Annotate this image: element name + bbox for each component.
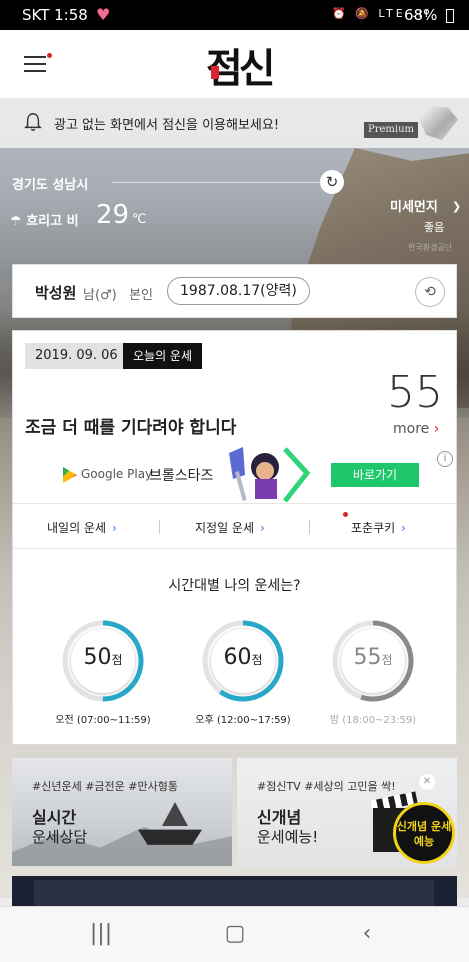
tv-show-tile[interactable]: #점신TV #세상의 고민을 싹! 신개념 운세예능! ✕ 신개념 운세예능 [237,758,457,866]
refresh-icon: ↻ [325,173,339,191]
notification-dot [47,53,52,58]
today-fortune-tag: 오늘의 운세 [123,343,203,369]
new-dot [343,512,348,517]
fortune-card: 2019. 09. 06 오늘의 운세 55 조금 더 때를 기다려야 합니다 … [12,330,457,745]
logo-seal [211,66,219,79]
gauge-label: 밤 (18:00~23:59) [329,715,417,726]
tile-title: 실시간 [32,808,77,827]
diamond-icon [418,106,458,140]
time-gauge: 55점 [331,619,415,703]
gauge-score-unit: 점 [381,653,393,667]
time-gauge: 60점 [201,619,285,703]
gauge-score-value: 50 [83,645,112,670]
gauge-score: 55점 [331,645,415,670]
recent-apps-button[interactable]: ||| [86,921,116,947]
switch-profile-button[interactable]: ⟲ [415,277,445,307]
info-icon[interactable]: i [437,451,453,467]
weather-condition: ☂ 흐리고 비 [10,210,79,229]
time-fortune-title: 시간대별 나의 운세는? [168,578,301,594]
fortune-cookie-link[interactable]: 포춘쿠키 › [351,519,406,536]
fine-dust-button[interactable]: 미세먼지 [390,196,438,215]
next-banner-strip[interactable] [12,876,457,906]
tile-subtitle: 운세예능! [257,828,319,846]
ad-strip-text: 광고 없는 화면에서 점신을 이용해보세요! [54,118,280,133]
profile-relation: 본인 [129,288,153,303]
menu-icon [24,56,46,58]
gauge-label: 오후 (12:00~17:59) [195,715,291,726]
store-name: Google Play [81,467,153,481]
chevron-right-icon: › [112,521,117,535]
chevron-right-icon: › [260,521,265,535]
battery-icon [446,9,454,23]
game-name: 브롤스타즈 [149,468,214,484]
tile-subtitle: 운세상담 [32,828,88,846]
gauge-score-value: 55 [353,645,382,670]
premium-ad-banner[interactable]: 광고 없는 화면에서 점신을 이용해보세요! Premium [0,98,469,148]
profile-card[interactable]: 박성원 남(♂) 본인 1987.08.17(양력) ⟲ [12,264,457,318]
profile-name: 박성원 [35,284,77,302]
gauge-label: 오전 (07:00~11:59) [55,715,151,726]
weather-location: 경기도 성남시 [12,178,89,193]
tile-tags: #신년운세 #금전운 #만사형통 [32,780,178,793]
dust-source: 한국환경공단 [408,243,453,252]
tomorrow-fortune-link[interactable]: 내일의 운세 › [47,519,117,536]
profile-gender: 남(♂) [83,288,117,303]
bell-icon [24,113,42,131]
fortune-score: 55 [387,367,443,418]
tile-tags: #점신TV #세상의 고민을 싹! [257,780,396,793]
weather-condition-text: 흐리고 비 [26,214,79,229]
temperature: 29 [96,200,130,230]
gauge-score-unit: 점 [111,653,123,667]
time-gauge: 50점 [61,619,145,703]
chevron-right-icon: ❯ [452,200,462,213]
live-consult-tile[interactable]: #신년운세 #금전운 #만사형통 실시간 운세상담 [12,758,232,866]
close-icon[interactable]: ✕ [419,774,435,790]
link-label: 포춘쿠키 [351,521,396,535]
profile-birthdate[interactable]: 1987.08.17(양력) [167,277,310,305]
divider [112,182,322,183]
refresh-button[interactable]: ↻ [320,170,344,194]
banner-image [34,880,434,906]
app-logo: 점신 [206,45,276,92]
gauge-score: 60점 [201,645,285,670]
battery-percent: 68% [404,6,438,24]
temperature-unit: ℃ [132,212,147,227]
paper-boat-image [162,802,188,826]
more-label: more [393,421,430,437]
system-nav-bar: ||| ▢ ‹ [0,906,469,962]
app-header: 점신 [0,30,469,98]
more-link[interactable]: more › [393,421,439,437]
date-fortune-link[interactable]: 지정일 운세 › [195,519,265,536]
status-bar: SKT 1:58 ♥ ⏰ 🔕 LTE .ıl 68% [0,0,469,30]
person-switch-icon: ⟲ [424,284,436,300]
gauge-score-unit: 점 [251,653,263,667]
fine-dust-value: 좋음 [424,221,445,234]
link-label: 내일의 운세 [47,521,107,535]
gauge-score-value: 60 [223,645,252,670]
rain-cloud-icon: ☂ [10,214,22,229]
fortune-links: 내일의 운세 › 지정일 운세 › 포춘쿠키 › [13,503,456,549]
divider [159,520,160,534]
chevron-right-icon: › [401,521,406,535]
fortune-headline: 조금 더 때를 기다려야 합니다 [25,418,237,438]
game-ad[interactable]: Google Play 브롤스타즈 바로가기 i [13,445,456,503]
gauge-score: 50점 [61,645,145,670]
chevron-right-icon: › [433,421,440,437]
back-button[interactable]: ‹ [352,921,382,947]
go-button[interactable]: 바로가기 [331,463,419,487]
link-label: 지정일 운세 [195,521,255,535]
premium-label: Premium [364,122,418,138]
game-character-image [229,447,311,503]
divider [309,520,310,534]
google-play-icon [63,467,77,483]
tv-show-badge: 신개념 운세예능 [393,802,455,864]
fortune-date: 2019. 09. 06 [25,343,128,369]
menu-button[interactable] [24,53,52,72]
heart-icon: ♥ [96,5,111,24]
tile-title: 신개념 [257,808,302,827]
home-button[interactable]: ▢ [220,921,250,947]
carrier-time: SKT 1:58 [22,6,88,24]
